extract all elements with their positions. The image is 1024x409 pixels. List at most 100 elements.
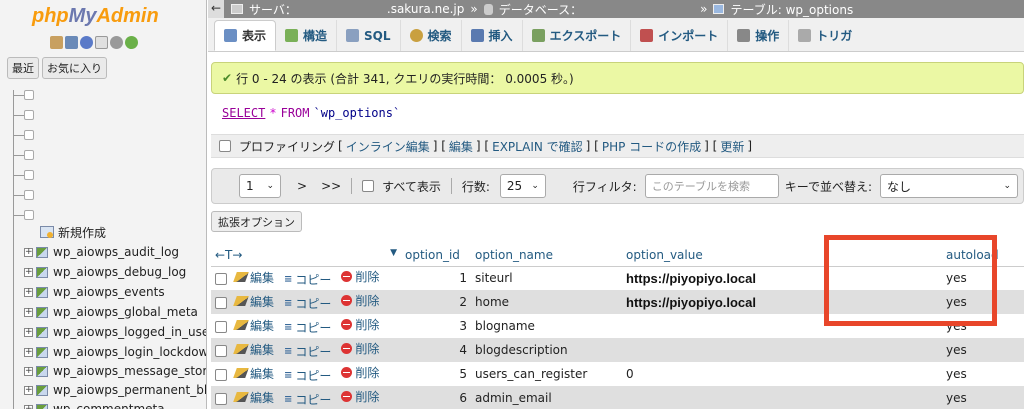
last-page-button[interactable]: >> [321,179,341,193]
delete-button[interactable]: 削除 [341,316,379,333]
cell-option-value[interactable] [622,386,942,409]
tab-sql[interactable]: SQL [337,20,401,51]
docs-icon[interactable] [95,36,108,49]
sidebar-table-item[interactable]: + wp_aiowps_login_lockdown [24,342,206,362]
tab-browse[interactable]: 表示 [214,20,277,51]
filter-input[interactable]: このテーブルを検索 [644,174,779,198]
cell-option-name[interactable]: siteurl [471,266,622,290]
expand-icon[interactable]: + [24,267,33,277]
tree-db-icon[interactable] [24,90,34,100]
edit-button[interactable]: 編集 [233,317,274,334]
column-header-option-value[interactable]: option_value [622,245,942,267]
profiling-checkbox[interactable] [219,140,231,152]
row-checkbox[interactable] [215,296,227,309]
expand-icon[interactable]: + [24,385,33,395]
breadcrumb-database[interactable]: データベース： [499,1,582,18]
sidebar-table-item[interactable]: + wp_aiowps_debug_log [24,262,186,282]
cell-option-value[interactable]: 0 [622,362,942,386]
cell-autoload[interactable]: yes [942,266,1024,290]
edit-button[interactable]: 編集 [233,293,274,310]
cell-option-id[interactable]: 5 [401,362,471,386]
delete-button[interactable]: 削除 [341,364,379,381]
row-checkbox[interactable] [215,368,227,381]
tree-db-icon[interactable] [24,110,34,120]
show-all-checkbox[interactable] [362,180,375,192]
breadcrumb-server-host[interactable]: .sakura.ne.jp [387,2,464,16]
cell-option-value[interactable] [622,338,942,362]
next-page-button[interactable]: > [297,179,307,193]
cell-option-name[interactable]: users_can_register [471,362,622,386]
tab-search[interactable]: 検索 [401,20,462,51]
home-icon[interactable] [50,36,63,49]
tab-operations[interactable]: 操作 [728,20,790,51]
cell-option-name[interactable]: home [471,290,622,314]
tree-db-icon[interactable] [24,150,34,160]
sidebar-table-item[interactable]: + wp_aiowps_global_meta [24,302,198,322]
logout-icon[interactable] [65,36,78,49]
delete-button[interactable]: 削除 [341,340,379,357]
copy-button[interactable]: ≡ コピー [284,367,331,384]
cell-option-value[interactable]: https://piyopiyo.local [622,266,942,290]
copy-button[interactable]: ≡ コピー [284,391,331,408]
expand-icon[interactable]: + [24,287,33,297]
recent-button[interactable]: 最近 [7,57,39,79]
table-row[interactable]: 編集 ≡ コピー 削除 2 home https://piyopiyo.local y… [211,290,1024,314]
column-header-option-id[interactable]: option_id [401,245,471,267]
tab-triggers[interactable]: トリガ [789,20,861,51]
cell-autoload[interactable]: yes [942,362,1024,386]
explain-link[interactable]: EXPLAIN で確認 [492,138,583,155]
breadcrumb-server[interactable]: サーバ： [249,1,297,18]
delete-button[interactable]: 削除 [341,388,379,405]
column-header-autoload[interactable]: autoload [942,245,1024,267]
table-row[interactable]: 編集 ≡ コピー 削除 3 blogname yes [211,314,1024,338]
cell-option-name[interactable]: blogdescription [471,338,622,362]
cell-autoload[interactable]: yes [942,290,1024,314]
expand-icon[interactable]: + [24,366,33,376]
copy-button[interactable]: ≡ コピー [284,271,331,288]
cell-autoload[interactable]: yes [942,314,1024,338]
table-row[interactable]: 編集 ≡ コピー 削除 4 blogdescription yes [211,338,1024,362]
cell-autoload[interactable]: yes [942,338,1024,362]
copy-button[interactable]: ≡ コピー [284,343,331,360]
resize-arrows-icon[interactable]: ←T→ [215,248,242,262]
table-row[interactable]: 編集 ≡ コピー 削除 6 admin_email yes [211,386,1024,409]
copy-button[interactable]: ≡ コピー [284,295,331,312]
row-checkbox[interactable] [215,344,227,357]
edit-button[interactable]: 編集 [233,341,274,358]
phpmyadmin-logo[interactable]: phpMyAdmin [32,5,159,28]
delete-button[interactable]: 削除 [341,268,379,285]
cell-option-value[interactable] [622,314,942,338]
tab-import[interactable]: インポート [631,20,729,51]
cell-option-name[interactable]: admin_email [471,386,622,409]
cell-option-id[interactable]: 2 [401,290,471,314]
sql-keyword-select[interactable]: SELECT [222,106,265,120]
expand-icon[interactable]: + [24,247,33,257]
cell-option-id[interactable]: 4 [401,338,471,362]
php-code-link[interactable]: PHP コードの作成 [602,138,701,155]
expand-icon[interactable]: + [24,307,33,317]
edit-button[interactable]: 編集 [233,389,274,406]
delete-button[interactable]: 削除 [341,292,379,309]
sidebar-table-item[interactable]: + wp_aiowps_events [24,282,165,302]
help-icon[interactable] [80,36,93,49]
page-select[interactable]: 1 ⌄ [239,174,281,198]
breadcrumb-table[interactable]: テーブル: wp_options [730,1,853,18]
edit-query-link[interactable]: 編集 [449,138,473,155]
table-row[interactable]: 編集 ≡ コピー 削除 5 users_can_register 0 yes [211,362,1024,386]
row-checkbox[interactable] [215,392,227,405]
edit-button[interactable]: 編集 [233,269,274,286]
tree-db-icon[interactable] [24,170,34,180]
expand-icon[interactable]: + [24,347,33,357]
reload-icon[interactable] [125,36,138,49]
sort-select[interactable]: なし ⌄ [880,174,1019,198]
tab-structure[interactable]: 構造 [276,20,338,51]
cell-option-value[interactable]: https://piyopiyo.local [622,290,942,314]
new-table-link[interactable]: 新規作成 [40,223,106,241]
tree-db-icon[interactable] [24,130,34,140]
copy-button[interactable]: ≡ コピー [284,319,331,336]
sidebar-table-item[interactable]: + wp_aiowps_permanent_block [24,380,206,400]
refresh-link[interactable]: 更新 [720,138,744,155]
favorites-button[interactable]: お気に入り [42,57,107,79]
expand-icon[interactable]: + [24,404,33,409]
sidebar-table-item[interactable]: + wp_aiowps_audit_log [24,242,179,262]
